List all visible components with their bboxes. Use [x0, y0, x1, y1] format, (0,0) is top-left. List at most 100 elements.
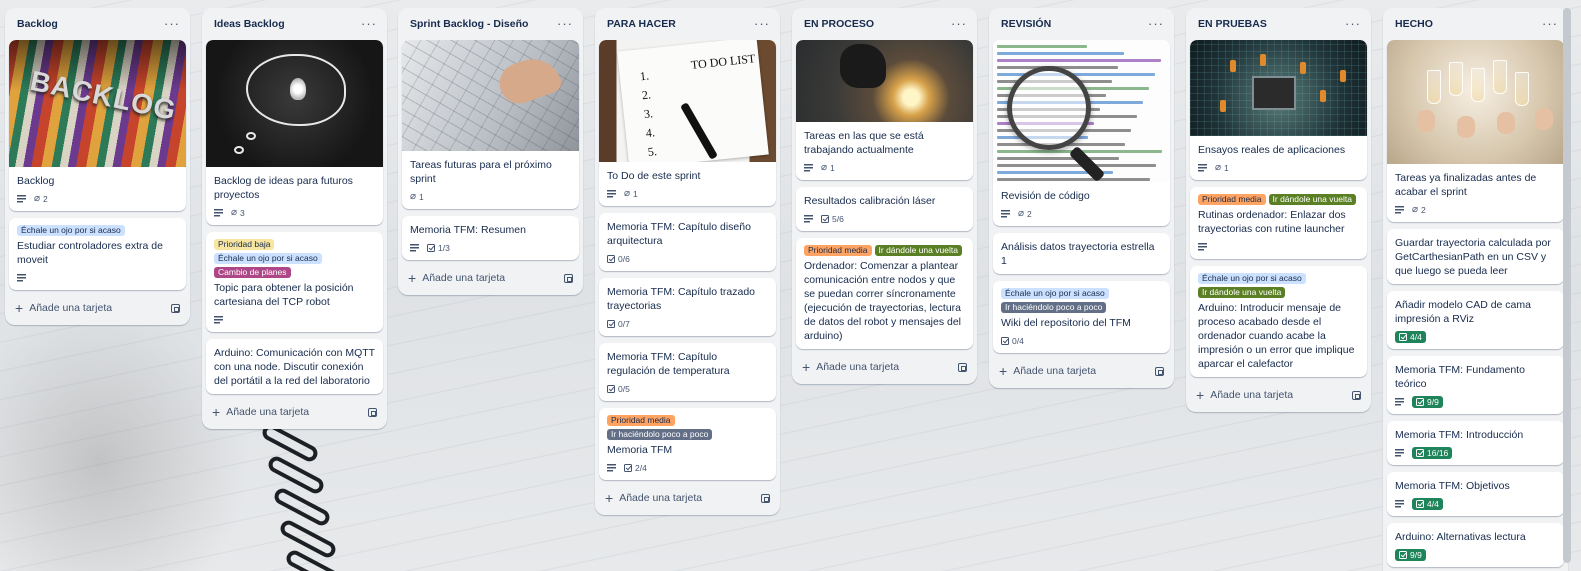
card-label[interactable]: Ir dándole una vuelta [1268, 194, 1356, 205]
card[interactable]: Échale un ojo por si acaso Estudiar contr… [9, 218, 186, 290]
add-card-button[interactable]: + Añade una tarjeta [212, 405, 309, 419]
list-title[interactable]: Ideas Backlog [214, 18, 285, 30]
card-label[interactable]: Échale un ojo por si acaso [1001, 288, 1109, 299]
list-title[interactable]: HECHO [1395, 18, 1433, 30]
card-badges: 5/6 [804, 213, 965, 225]
card-label[interactable]: Échale un ojo por si acaso [17, 225, 125, 236]
add-card-button[interactable]: + Añade una tarjeta [999, 364, 1096, 378]
list-menu-icon[interactable]: ··· [557, 17, 573, 30]
card-label[interactable]: Cambio de planes [214, 267, 291, 278]
card[interactable]: TO DO LIST 1. 2. 3. 4. 5. To Do de este sprint… [599, 40, 776, 206]
card[interactable]: Prioridad media Ir dándole una vuelta Ruti… [1190, 187, 1367, 259]
list-column: Sprint Backlog - Diseño ··· Tareas futuras… [398, 8, 583, 295]
backlog-cover-image[interactable]: BACKLOG [9, 40, 186, 167]
card[interactable]: Memoria TFM: Introducción 16/16 [1387, 421, 1564, 465]
checklist-badge: 5/6 [821, 214, 844, 224]
list-column: PARA HACER ··· TO DO LIST 1. 2. 3. 4. 5. To Do d… [595, 8, 780, 515]
card[interactable]: Resultados calibración láser 5/6 [796, 187, 973, 231]
card[interactable]: Prioridad baja Échale un ojo por si acaso… [206, 232, 383, 332]
circuit-board-cover-image[interactable] [1190, 40, 1367, 136]
add-card-button[interactable]: + Añade una tarjeta [15, 301, 113, 315]
checklist-count: 4/4 [1410, 332, 1422, 342]
card-label[interactable]: Ir haciéndolo poco a poco [607, 429, 713, 440]
list-menu-icon[interactable]: ··· [951, 17, 967, 30]
list-menu-icon[interactable]: ··· [361, 17, 377, 30]
card[interactable]: Análisis datos trayectoria estrella 1 [993, 233, 1170, 274]
attachment-count: 1 [830, 163, 835, 173]
card-label[interactable]: Prioridad media [1198, 194, 1266, 205]
add-card-button[interactable]: + Añade una tarjeta [408, 271, 505, 285]
card-label[interactable]: Prioridad media [804, 245, 872, 256]
list-title[interactable]: EN PROCESO [804, 18, 874, 30]
card-title: Añadir modelo CAD de cama impresión a RV… [1395, 299, 1531, 325]
card-label[interactable]: Ir dándole una vuelta [874, 245, 962, 256]
card[interactable]: Échale un ojo por si acaso Ir dándole una… [1190, 266, 1367, 377]
card[interactable]: Memoria TFM: Fundamento teórico 9/9 [1387, 356, 1564, 414]
add-card-label: Añade una tarjeta [29, 302, 113, 314]
card-labels: Prioridad baja Échale un ojo por si acaso… [214, 239, 375, 278]
list-title[interactable]: Backlog [17, 18, 58, 30]
list-menu-icon[interactable]: ··· [754, 17, 770, 30]
card[interactable]: BACKLOG Backlog ⌀ 2 [9, 40, 186, 211]
welder-cover-image[interactable] [796, 40, 973, 122]
card[interactable]: Tareas futuras para el próximo sprint ⌀ 1 [402, 40, 579, 209]
board-canvas: Backlog ··· BACKLOG Backlog ⌀ 2 Échale un ojo … [0, 0, 1581, 571]
card[interactable]: Memoria TFM: Capítulo regulación de temp… [599, 343, 776, 401]
list-title[interactable]: REVISIÓN [1001, 18, 1051, 30]
card[interactable]: Prioridad media Ir haciéndolo poco a poco… [599, 408, 776, 480]
list-title[interactable]: Sprint Backlog - Diseño [410, 18, 528, 30]
card[interactable]: Prioridad media Ir dándole una vuelta Orde… [796, 238, 973, 349]
code-magnifier-cover-image[interactable] [993, 40, 1170, 182]
create-from-template-icon[interactable] [761, 493, 770, 503]
card-label[interactable]: Prioridad baja [214, 239, 275, 250]
card[interactable]: Arduino: Comunicación con MQTT con una n… [206, 339, 383, 394]
list-column: HECHO ··· Tareas ya finalizadas antes de a… [1383, 8, 1568, 571]
list-menu-icon[interactable]: ··· [1542, 17, 1558, 30]
card[interactable]: Memoria TFM: Capítulo trazado trayectori… [599, 278, 776, 336]
board-scrollbar[interactable] [1563, 8, 1571, 563]
toast-cover-image[interactable] [1387, 40, 1564, 164]
create-from-template-icon[interactable] [564, 273, 573, 283]
card-label[interactable]: Ir haciéndolo poco a poco [1001, 302, 1107, 313]
checklist-badge: 0/4 [1001, 336, 1024, 346]
card-body: Memoria TFM: Capítulo regulación de temp… [599, 343, 776, 401]
list-menu-icon[interactable]: ··· [164, 17, 180, 30]
card[interactable]: Memoria TFM: Capítulo diseño arquitectur… [599, 213, 776, 271]
card-body: Memoria TFM: Capítulo trazado trayectori… [599, 278, 776, 336]
list-menu-icon[interactable]: ··· [1148, 17, 1164, 30]
card[interactable]: Ensayos reales de aplicaciones ⌀ 1 [1190, 40, 1367, 180]
card[interactable]: Guardar trayectoria calculada por GetCar… [1387, 229, 1564, 284]
todo-list-cover-image[interactable]: TO DO LIST 1. 2. 3. 4. 5. [599, 40, 776, 162]
description-icon [1395, 398, 1404, 406]
card[interactable]: Tareas ya finalizadas antes de acabar el… [1387, 40, 1564, 222]
lightbulb-cover-image[interactable] [206, 40, 383, 167]
card[interactable]: Arduino: Alternativas lectura 9/9 [1387, 523, 1564, 567]
create-from-template-icon[interactable] [171, 303, 180, 313]
create-from-template-icon[interactable] [368, 407, 377, 417]
add-card-button[interactable]: + Añade una tarjeta [802, 360, 899, 374]
attachment-count: 1 [633, 189, 638, 199]
card-title: Tareas en las que se está trabajando act… [804, 130, 924, 156]
add-card-button[interactable]: + Añade una tarjeta [1196, 388, 1293, 402]
add-card-button[interactable]: + Añade una tarjeta [605, 491, 702, 505]
card[interactable]: Tareas en las que se está trabajando act… [796, 40, 973, 180]
card[interactable]: Memoria TFM: Resumen 1/3 [402, 216, 579, 260]
card-label[interactable]: Ir dándole una vuelta [1198, 287, 1286, 298]
card[interactable]: Memoria TFM: Objetivos 4/4 [1387, 472, 1564, 516]
attachment-badge: ⌀ 1 [821, 163, 835, 174]
card[interactable]: Añadir modelo CAD de cama impresión a RV… [1387, 291, 1564, 349]
blueprint-cover-image[interactable] [402, 40, 579, 151]
list-title[interactable]: PARA HACER [607, 18, 676, 30]
create-from-template-icon[interactable] [958, 362, 967, 372]
card-label[interactable]: Échale un ojo por si acaso [214, 253, 322, 264]
create-from-template-icon[interactable] [1352, 390, 1361, 400]
card-label[interactable]: Prioridad media [607, 415, 675, 426]
list-title[interactable]: EN PRUEBAS [1198, 18, 1267, 30]
card[interactable]: Échale un ojo por si acaso Ir haciéndolo … [993, 281, 1170, 353]
card[interactable]: Revisión de código ⌀ 2 [993, 40, 1170, 226]
card-label[interactable]: Échale un ojo por si acaso [1198, 273, 1306, 284]
card[interactable]: Backlog de ideas para futuros proyectos ⌀… [206, 40, 383, 225]
create-from-template-icon[interactable] [1155, 366, 1164, 376]
list-header: PARA HACER ··· [599, 8, 776, 40]
list-menu-icon[interactable]: ··· [1345, 17, 1361, 30]
